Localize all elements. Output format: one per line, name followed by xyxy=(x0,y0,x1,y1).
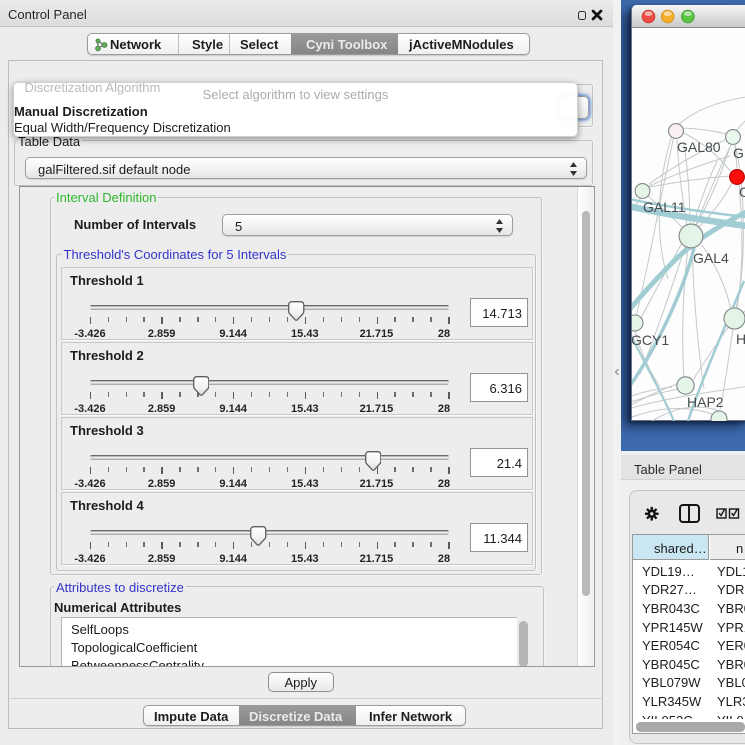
svg-text:GAL4: GAL4 xyxy=(693,250,729,266)
svg-text:H: H xyxy=(736,331,745,347)
svg-text:HAP2: HAP2 xyxy=(687,394,724,410)
svg-text:GCY1: GCY1 xyxy=(632,332,669,348)
svg-text:GAL11: GAL11 xyxy=(643,199,686,215)
svg-text:G.: G. xyxy=(733,145,745,161)
svg-text:C: C xyxy=(739,184,745,200)
svg-text:GAL80: GAL80 xyxy=(677,139,721,155)
